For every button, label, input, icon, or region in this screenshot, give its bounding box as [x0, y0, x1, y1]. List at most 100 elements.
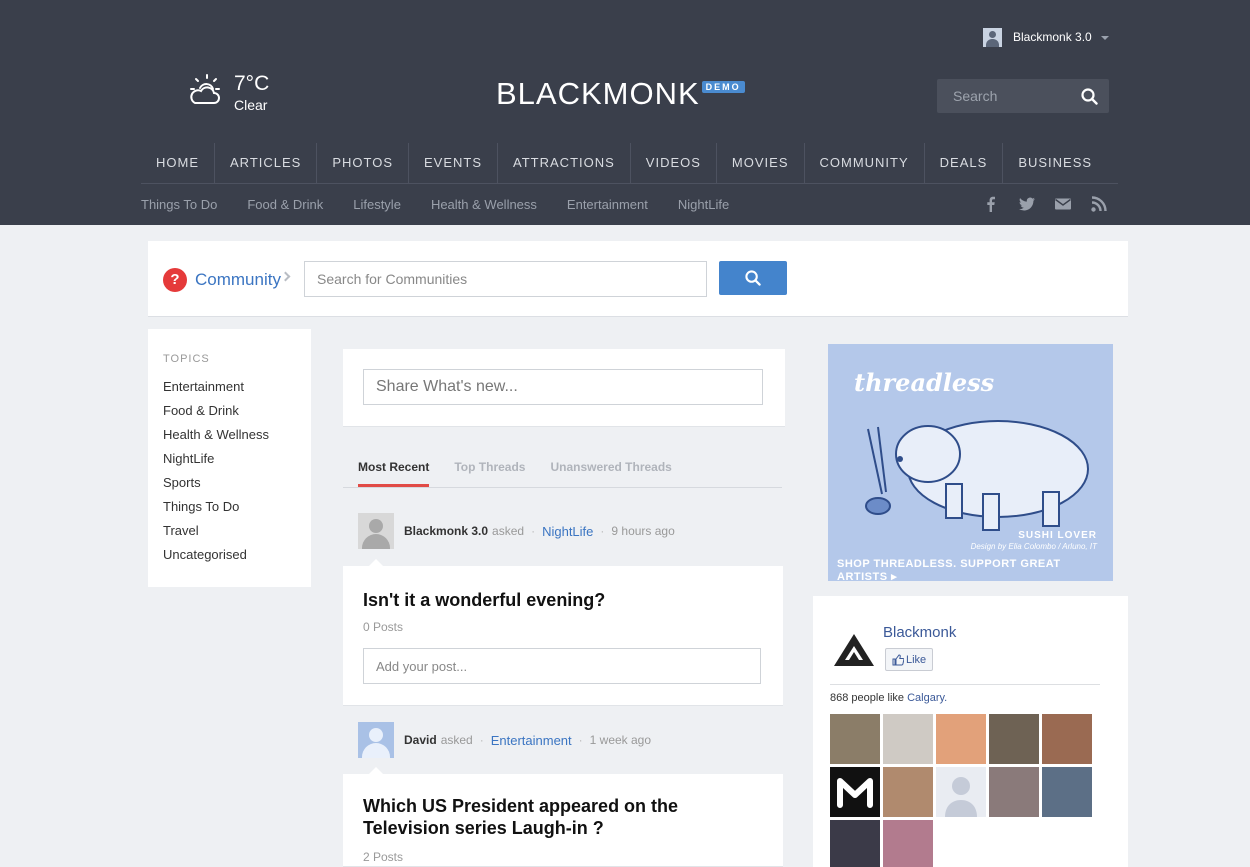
add-post-input[interactable] [363, 648, 761, 684]
topic-nightlife[interactable]: NightLife [163, 451, 269, 475]
avatar[interactable] [989, 714, 1039, 764]
topic-food-drink[interactable]: Food & Drink [163, 403, 269, 427]
header-search-input[interactable] [937, 79, 1067, 113]
topic-uncategorised[interactable]: Uncategorised [163, 547, 269, 571]
post-title[interactable]: Which US President appeared on the Telev… [363, 795, 763, 839]
ad-cta[interactable]: SHOP THREADLESS. SUPPORT GREAT ARTISTS ▸ [837, 558, 1113, 581]
weather-widget: 7°C Clear [186, 72, 269, 114]
topics-list: Entertainment Food & Drink Health & Well… [163, 379, 269, 571]
cloud-sun-icon [190, 74, 220, 104]
subnav-nightlife[interactable]: NightLife [678, 196, 729, 214]
topic-entertainment[interactable]: Entertainment [163, 379, 269, 403]
avatar[interactable] [358, 513, 394, 549]
community-search-button[interactable] [719, 261, 787, 295]
post-author[interactable]: Blackmonk 3.0 [404, 524, 488, 538]
topic-health-wellness[interactable]: Health & Wellness [163, 427, 269, 451]
nav-events[interactable]: EVENTS [409, 143, 499, 184]
subnav-lifestyle[interactable]: Lifestyle [353, 196, 401, 214]
search-icon[interactable] [1081, 88, 1098, 105]
avatar[interactable] [830, 767, 880, 817]
search-icon [745, 270, 761, 286]
chevron-right-icon [280, 271, 291, 282]
separator-dot: · [600, 524, 605, 538]
separator-dot: · [479, 733, 484, 747]
main-nav: HOME ARTICLES PHOTOS EVENTS ATTRACTIONS … [141, 143, 1118, 184]
nav-photos[interactable]: PHOTOS [317, 143, 410, 184]
post-meta: David asked · Entertainment · 1 week ago [358, 722, 651, 758]
user-avatar [983, 27, 1002, 47]
ad-credit: Design by Elia Colombo / Arluno, IT [970, 542, 1097, 551]
threadless-ad[interactable]: threadless SUSHI LOVER Design by Elia Co… [828, 344, 1113, 581]
ad-brand: threadless [854, 368, 995, 397]
post-category[interactable]: Entertainment [491, 733, 572, 748]
avatar[interactable] [936, 714, 986, 764]
card-notch [368, 559, 384, 567]
avatar[interactable] [989, 767, 1039, 817]
facebook-widget: Blackmonk Like 868 people like Calgary. [813, 596, 1128, 867]
nav-attractions[interactable]: ATTRACTIONS [498, 143, 631, 184]
topic-travel[interactable]: Travel [163, 523, 269, 547]
fb-like-label: Like [906, 653, 927, 666]
post-action: asked [440, 733, 473, 747]
tab-most-recent[interactable]: Most Recent [358, 452, 430, 487]
nav-community[interactable]: COMMUNITY [805, 143, 925, 184]
subnav-health-wellness[interactable]: Health & Wellness [431, 196, 537, 214]
fb-city-link[interactable]: Calgary. [907, 692, 947, 704]
sub-nav: Things To Do Food & Drink Lifestyle Heal… [141, 196, 759, 214]
post-card: Isn't it a wonderful evening? 0 Posts [343, 559, 783, 706]
avatar[interactable] [883, 767, 933, 817]
card-notch [368, 767, 384, 775]
subnav-food-drink[interactable]: Food & Drink [247, 196, 323, 214]
fb-page-name[interactable]: Blackmonk [883, 624, 956, 641]
breadcrumb-community[interactable]: Community [195, 270, 281, 290]
nav-deals[interactable]: DEALS [925, 143, 1004, 184]
subnav-entertainment[interactable]: Entertainment [567, 196, 648, 214]
nav-movies[interactable]: MOVIES [717, 143, 805, 184]
post-time: 1 week ago [589, 733, 652, 747]
avatar[interactable] [936, 767, 986, 817]
topic-things-to-do[interactable]: Things To Do [163, 499, 269, 523]
post-title[interactable]: Isn't it a wonderful evening? [363, 589, 763, 611]
post-count: 2 Posts [363, 850, 404, 864]
post-card: Which US President appeared on the Telev… [343, 767, 783, 867]
separator-dot: · [531, 524, 536, 538]
topics-heading: TOPICS [163, 353, 210, 365]
avatar[interactable] [1042, 714, 1092, 764]
tab-unanswered-threads[interactable]: Unanswered Threads [550, 452, 671, 487]
twitter-icon[interactable] [1019, 196, 1035, 212]
nav-articles[interactable]: ARTICLES [215, 143, 318, 184]
avatar[interactable] [883, 820, 933, 867]
avatar[interactable] [830, 820, 880, 867]
subnav-things-to-do[interactable]: Things To Do [141, 196, 217, 214]
rss-icon[interactable] [1091, 196, 1107, 212]
share-input[interactable] [363, 369, 763, 405]
user-menu[interactable]: Blackmonk 3.0 [983, 27, 1109, 47]
nav-business[interactable]: BUSINESS [1003, 143, 1107, 184]
nav-videos[interactable]: VIDEOS [631, 143, 717, 184]
social-links [983, 196, 1127, 212]
community-search-input[interactable] [304, 261, 707, 297]
thumbs-up-icon [892, 653, 904, 665]
weather-condition: Clear [234, 97, 268, 113]
site-logo[interactable]: BLACKMONK DEMO [496, 77, 745, 111]
avatar[interactable] [1042, 767, 1092, 817]
topics-sidebar: TOPICS Entertainment Food & Drink Health… [148, 329, 311, 587]
mail-icon[interactable] [1055, 196, 1071, 212]
avatar[interactable] [830, 714, 880, 764]
topic-sports[interactable]: Sports [163, 475, 269, 499]
community-bar: ? Community [148, 241, 1128, 317]
post-count: 0 Posts [363, 620, 404, 634]
nav-home[interactable]: HOME [141, 143, 215, 184]
blackmonk-logo-icon[interactable] [831, 632, 877, 668]
avatar[interactable] [358, 722, 394, 758]
post-category[interactable]: NightLife [542, 524, 593, 539]
tab-top-threads[interactable]: Top Threads [454, 452, 525, 487]
demo-badge: DEMO [701, 81, 745, 93]
fb-like-button[interactable]: Like [885, 648, 933, 671]
post-author[interactable]: David [404, 733, 437, 747]
facebook-icon[interactable] [983, 196, 999, 212]
avatar[interactable] [883, 714, 933, 764]
thread-tabs: Most Recent Top Threads Unanswered Threa… [343, 452, 782, 488]
separator-dot: · [578, 733, 583, 747]
share-card [343, 349, 785, 427]
